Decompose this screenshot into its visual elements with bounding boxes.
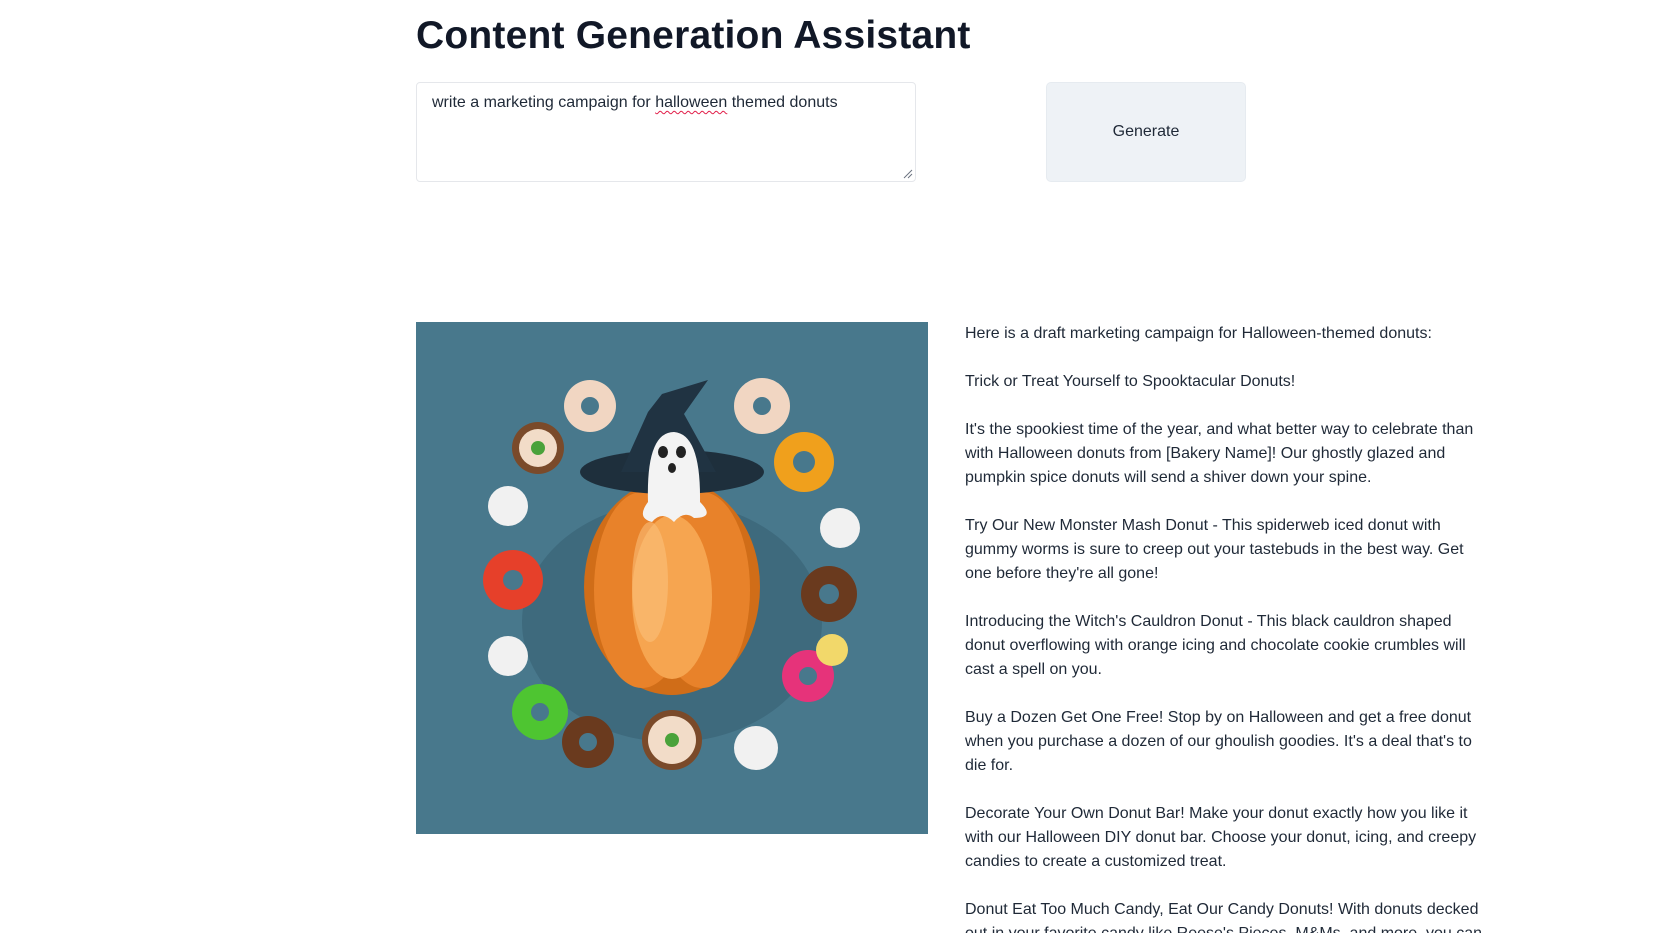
prompt-text-start: write a marketing campaign for [432, 94, 656, 111]
response-paragraph: Decorate Your Own Donut Bar! Make your d… [965, 805, 1477, 870]
response-paragraph: Try Our New Monster Mash Donut - This sp… [965, 517, 1464, 582]
response-paragraph: Buy a Dozen Get One Free! Stop by on Hal… [965, 709, 1472, 774]
page-title: Content Generation Assistant [416, 14, 971, 57]
response-paragraph: It's the spookiest time of the year, and… [965, 421, 1474, 486]
generated-image [416, 322, 928, 834]
response-paragraph: Introducing the Witch's Cauldron Donut -… [965, 613, 1466, 678]
generated-response: Here is a draft marketing campaign for H… [965, 322, 1485, 933]
resize-handle-icon[interactable] [903, 169, 913, 179]
generate-button[interactable]: Generate [1046, 82, 1246, 182]
prompt-text-end: themed donuts [727, 94, 838, 111]
app-page: Content Generation Assistant write a mar… [0, 0, 1672, 933]
response-paragraph: Donut Eat Too Much Candy, Eat Our Candy … [965, 901, 1482, 933]
prompt-text[interactable]: write a marketing campaign for halloween… [432, 94, 838, 112]
response-paragraph: Here is a draft marketing campaign for H… [965, 325, 1432, 342]
halloween-donuts-illustration [416, 322, 928, 834]
prompt-textarea[interactable]: write a marketing campaign for halloween… [416, 82, 916, 182]
misspelled-word: halloween [655, 94, 728, 111]
response-paragraph: Trick or Treat Yourself to Spooktacular … [965, 373, 1296, 390]
